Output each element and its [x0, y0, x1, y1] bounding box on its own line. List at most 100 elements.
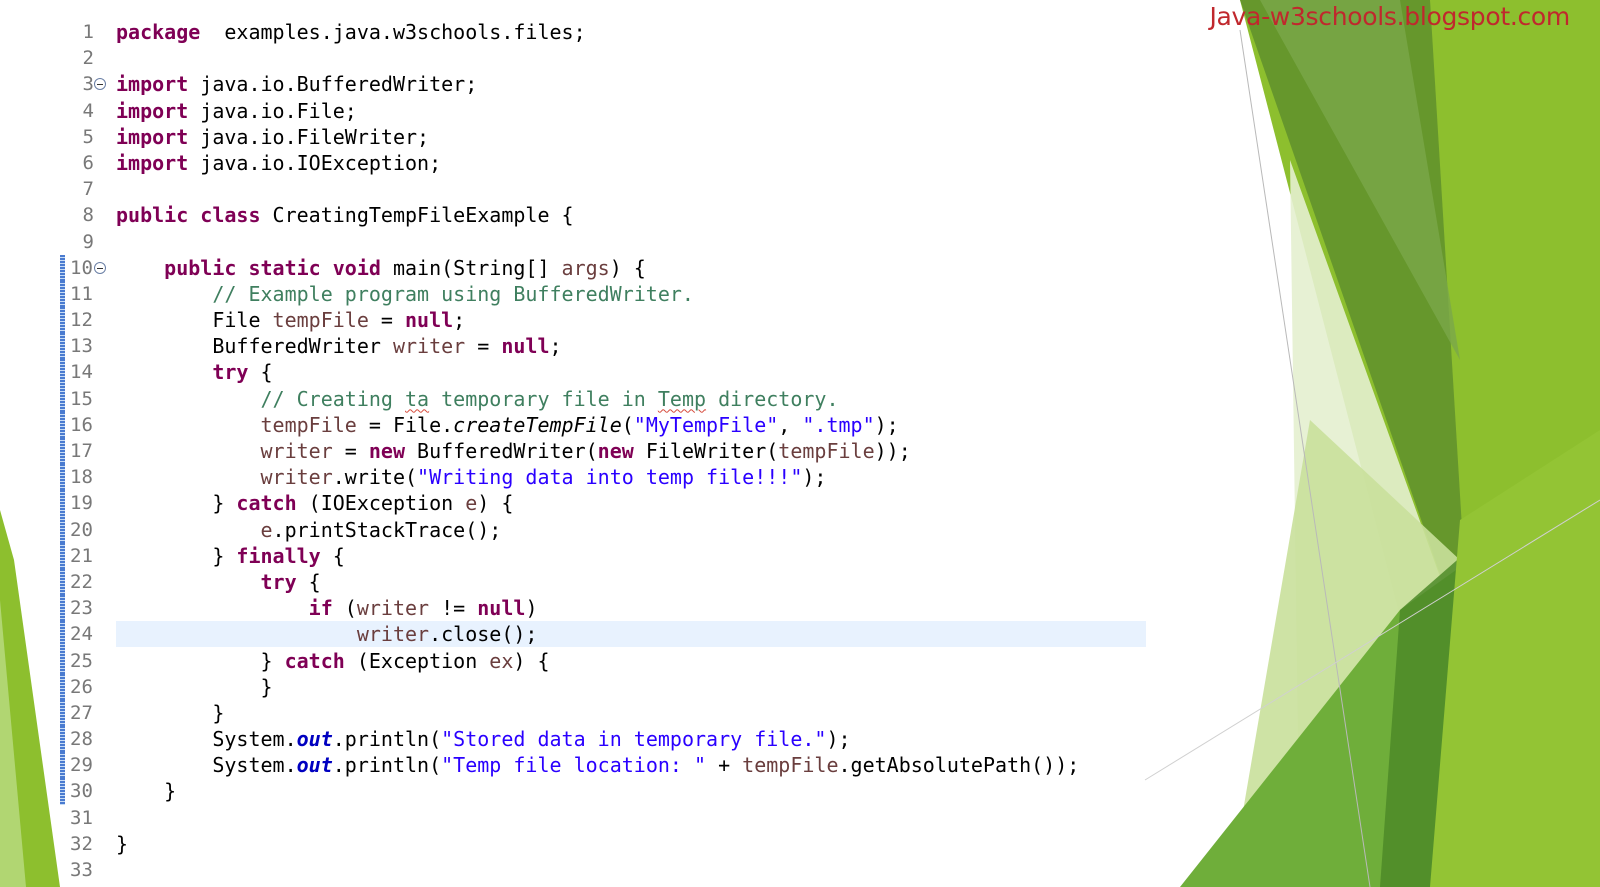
- code-line[interactable]: 22 try {: [0, 568, 1160, 596]
- code-line[interactable]: 8 public class CreatingTempFileExample {: [0, 202, 1160, 228]
- code-line[interactable]: 4 import java.io.File;: [0, 98, 1160, 124]
- code-line[interactable]: 13 BufferedWriter writer = null;: [0, 333, 1160, 360]
- code-line[interactable]: 1 package examples.java.w3schools.files;: [0, 19, 1160, 45]
- code-text: import java.io.FileWriter;: [116, 124, 429, 150]
- code-token: // Example program using BufferedWriter.: [212, 281, 694, 306]
- code-line[interactable]: 28 System.out.println("Stored data in te…: [0, 726, 1160, 753]
- code-text: writer.write("Writing data into temp fil…: [116, 464, 827, 490]
- code-token: !=: [429, 596, 478, 621]
- line-number: 14: [70, 361, 93, 384]
- change-marker: [60, 516, 65, 543]
- code-text: try {: [116, 359, 272, 385]
- code-line[interactable]: 9: [0, 229, 1160, 255]
- code-token: package: [116, 20, 201, 44]
- code-text: import java.io.IOException;: [116, 150, 441, 176]
- code-token: writer: [356, 596, 430, 621]
- code-line[interactable]: 29 System.out.println("Temp file locatio…: [0, 752, 1160, 779]
- code-token: );: [826, 727, 851, 752]
- code-text: } catch (Exception ex) {: [116, 648, 550, 674]
- code-token: ".tmp": [802, 412, 875, 437]
- change-marker: [60, 752, 65, 779]
- code-text: tempFile = File.createTempFile("MyTempFi…: [116, 412, 899, 438]
- code-line[interactable]: 25 } catch (Exception ex) {: [0, 647, 1160, 674]
- code-line[interactable]: 2: [0, 45, 1160, 71]
- code-token: null: [501, 334, 550, 359]
- code-text: writer = new BufferedWriter(new FileWrit…: [116, 438, 911, 464]
- code-line[interactable]: 30 }: [0, 778, 1160, 805]
- code-text: }: [116, 831, 128, 857]
- code-token: null: [477, 596, 526, 621]
- code-token: "Stored data in temporary file.": [441, 727, 827, 752]
- line-number: 17: [70, 440, 93, 462]
- code-line[interactable]: 33: [0, 857, 1160, 883]
- line-number: 5: [82, 125, 94, 148]
- code-token: "MyTempFile": [633, 412, 779, 437]
- code-line[interactable]: 17 writer = new BufferedWriter(new FileW…: [0, 438, 1160, 465]
- code-token: new: [368, 439, 405, 463]
- code-line[interactable]: 27 }: [0, 699, 1160, 727]
- code-token: .println(: [332, 753, 442, 778]
- code-line[interactable]: 10 public static void main(String[] args…: [0, 254, 1160, 281]
- code-line[interactable]: 24 writer.close();: [0, 621, 1160, 648]
- code-token: public static void: [164, 255, 381, 280]
- code-token: import: [116, 72, 189, 97]
- code-line[interactable]: 3 import java.io.BufferedWriter;: [0, 71, 1160, 97]
- code-line[interactable]: 31: [0, 805, 1160, 831]
- code-token: java.io.BufferedWriter;: [188, 72, 478, 97]
- line-number: 6: [82, 151, 94, 174]
- code-token: tempFile: [272, 308, 369, 333]
- code-token: }: [116, 779, 177, 804]
- collapse-icon[interactable]: [94, 261, 106, 274]
- code-line[interactable]: 16 tempFile = File.createTempFile("MyTem…: [0, 411, 1160, 438]
- code-line[interactable]: 18 writer.write("Writing data into temp …: [0, 464, 1160, 491]
- code-token: ) {: [477, 491, 514, 516]
- code-token: Temp: [657, 386, 707, 411]
- code-line[interactable]: 26 }: [0, 673, 1160, 700]
- code-line[interactable]: 14 try {: [0, 359, 1160, 386]
- code-token: "Temp file location: ": [441, 753, 707, 778]
- code-token: import: [116, 150, 189, 175]
- collapse-icon[interactable]: [94, 78, 106, 91]
- code-token: examples.java.w3schools.files;: [200, 20, 586, 44]
- code-token: import: [116, 98, 189, 123]
- code-editor[interactable]: 1 package examples.java.w3schools.files; 2…: [0, 19, 1160, 883]
- line-number: 23: [70, 597, 93, 620]
- code-token: ) {: [513, 648, 550, 673]
- line-number: 4: [82, 99, 94, 122]
- code-line[interactable]: 7: [0, 176, 1160, 202]
- code-token: java.io.File;: [188, 98, 357, 123]
- change-marker: [60, 359, 65, 386]
- line-number: 12: [70, 309, 93, 332]
- code-token: CreatingTempFileExample {: [260, 203, 574, 228]
- code-line[interactable]: 20 e.printStackTrace();: [0, 516, 1160, 543]
- line-number: 31: [70, 806, 93, 829]
- code-line[interactable]: 21 } finally {: [0, 542, 1160, 569]
- code-token: (: [621, 412, 634, 437]
- code-text: // Creating ta temporary file in Temp di…: [116, 386, 839, 412]
- code-token: finally: [236, 543, 321, 568]
- change-marker: [60, 464, 65, 491]
- code-line[interactable]: 19 } catch (IOException e) {: [0, 490, 1160, 517]
- code-line[interactable]: 23 if (writer != null): [0, 595, 1160, 622]
- code-token: .printStackTrace();: [272, 517, 502, 542]
- code-line[interactable]: 6 import java.io.IOException;: [0, 150, 1160, 176]
- code-text: }: [116, 778, 176, 804]
- code-token: ): [525, 596, 538, 621]
- code-line[interactable]: 11 // Example program using BufferedWrit…: [0, 280, 1160, 308]
- code-token: e: [465, 491, 478, 516]
- change-marker: [60, 726, 65, 753]
- code-line[interactable]: 32}: [0, 831, 1160, 857]
- line-number: 18: [70, 466, 93, 489]
- code-line[interactable]: 15 // Creating ta temporary file in Temp…: [0, 385, 1160, 412]
- code-token: ,: [778, 412, 803, 437]
- code-token: }: [116, 674, 273, 699]
- code-token: );: [802, 465, 827, 490]
- code-line[interactable]: 12 File tempFile = null;: [0, 307, 1160, 334]
- change-marker: [60, 280, 65, 308]
- change-marker: [60, 595, 65, 622]
- code-line[interactable]: 5 import java.io.FileWriter;: [0, 124, 1160, 150]
